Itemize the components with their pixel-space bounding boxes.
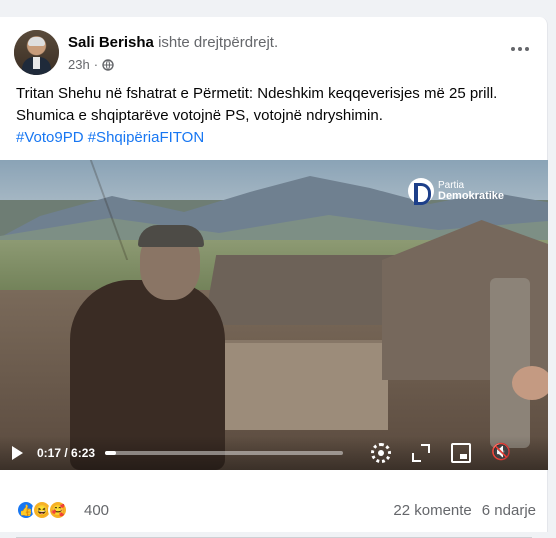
post-header: Sali Berisha ishte drejtpërdrejt. xyxy=(68,34,278,51)
post-time[interactable]: 23h xyxy=(68,57,90,72)
post-text: Tritan Shehu në fshatrat e Përmetit: Nde… xyxy=(16,83,536,149)
post-body: Tritan Shehu në fshatrat e Përmetit: Nde… xyxy=(16,85,498,124)
video-frame-wall xyxy=(218,340,388,430)
video-time: 0:17 / 6:23 xyxy=(37,446,96,460)
comments-count[interactable]: 22 komente xyxy=(393,502,471,519)
dot-separator: · xyxy=(93,57,99,72)
author-name[interactable]: Sali Berisha xyxy=(68,34,154,51)
scrollbar-gutter xyxy=(548,0,556,532)
volume-mute-icon[interactable]: 🔇 xyxy=(491,443,511,463)
video-frame-pole xyxy=(490,278,530,448)
progress-bar[interactable] xyxy=(105,451,344,455)
video-player[interactable]: Partia Demokratike 0:17 / 6:23 🔇 xyxy=(0,160,548,470)
post-action: ishte drejtpërdrejt. xyxy=(158,34,279,51)
settings-gear-icon[interactable] xyxy=(371,443,392,463)
care-icon: 🥰 xyxy=(48,500,68,520)
play-icon[interactable] xyxy=(12,446,23,460)
globe-icon xyxy=(102,58,114,71)
reaction-count[interactable]: 400 xyxy=(84,502,109,519)
party-logo: Partia Demokratike xyxy=(408,178,505,205)
author-avatar[interactable] xyxy=(14,30,59,75)
picture-in-picture-icon[interactable] xyxy=(451,443,472,463)
video-frame-hand xyxy=(512,366,548,400)
progress-fill xyxy=(105,451,116,455)
more-options-icon[interactable] xyxy=(511,47,529,51)
video-controls: 0:17 / 6:23 🔇 xyxy=(0,436,548,470)
post-card: Sali Berisha ishte drejtpërdrejt. 23h · … xyxy=(0,17,548,538)
video-frame-cap xyxy=(138,225,204,247)
shares-count[interactable]: 6 ndarje xyxy=(482,502,536,519)
post-hashtags[interactable]: #Voto9PD #ShqipëriaFITON xyxy=(16,129,204,146)
post-meta: 23h · xyxy=(68,57,114,72)
logo-line2: Demokratike xyxy=(438,190,505,202)
post-footer: 👍 😆 🥰 400 22 komente 6 ndarje xyxy=(16,495,536,525)
fullscreen-icon[interactable] xyxy=(411,443,431,463)
reactions[interactable]: 👍 😆 🥰 xyxy=(16,500,68,520)
party-logo-icon xyxy=(408,178,434,205)
